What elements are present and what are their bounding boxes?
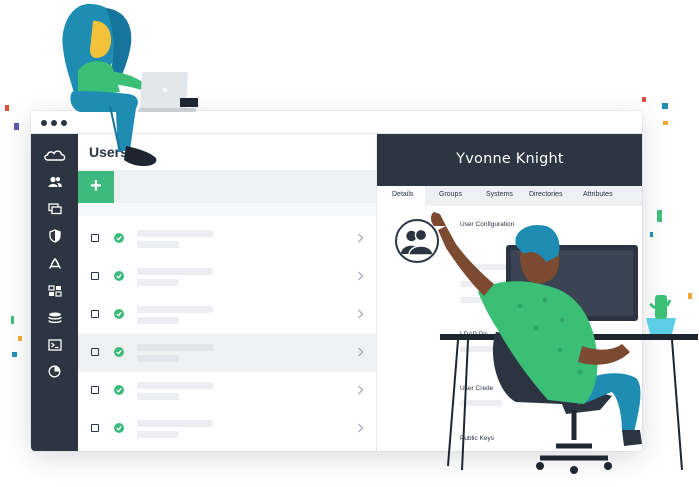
user-email-placeholder: [137, 317, 179, 324]
section-ldap: LDAP Dis: [460, 331, 489, 338]
user-name-placeholder: [137, 382, 213, 389]
window-titlebar: [31, 111, 642, 134]
table-row[interactable]: [78, 334, 376, 372]
confetti-icon: [663, 121, 668, 125]
user-email-placeholder: [137, 431, 179, 438]
list-header: [78, 203, 376, 216]
status-check-icon: [114, 347, 124, 357]
reports-icon[interactable]: [46, 363, 63, 380]
user-name-placeholder: [137, 420, 213, 427]
sidebar: [31, 134, 78, 451]
browser-window: Users + Yvonne Knight Details Groups Sys…: [31, 111, 642, 451]
row-checkbox[interactable]: [91, 386, 99, 394]
tab-details[interactable]: Details: [392, 191, 413, 198]
confetti-icon: [688, 293, 692, 299]
chevron-right-icon[interactable]: [357, 233, 364, 243]
table-row[interactable]: [78, 296, 376, 334]
user-name-placeholder: [137, 306, 213, 313]
user-email-placeholder: [137, 355, 179, 362]
section-public-keys: Public Keys: [460, 435, 494, 442]
systems-icon[interactable]: [46, 200, 63, 217]
user-email-placeholder: [137, 279, 179, 286]
terminal-icon[interactable]: [46, 336, 63, 353]
confetti-icon: [12, 352, 17, 357]
table-row[interactable]: [78, 220, 376, 258]
add-user-button[interactable]: +: [78, 171, 114, 203]
chevron-right-icon[interactable]: [357, 347, 364, 357]
field-placeholder: [460, 264, 508, 270]
row-checkbox[interactable]: [91, 234, 99, 242]
field-placeholder: [460, 400, 502, 406]
status-check-icon: [114, 233, 124, 243]
confetti-icon: [650, 232, 653, 237]
recycle-icon[interactable]: [46, 255, 63, 272]
user-email-placeholder: [137, 393, 179, 400]
database-icon[interactable]: [46, 309, 63, 326]
confetti-icon: [642, 97, 646, 102]
chevron-right-icon[interactable]: [357, 271, 364, 281]
row-checkbox[interactable]: [91, 424, 99, 432]
row-checkbox[interactable]: [91, 272, 99, 280]
policies-icon[interactable]: [46, 227, 63, 244]
tab-systems[interactable]: Systems: [486, 191, 513, 198]
confetti-icon: [11, 316, 14, 324]
status-check-icon: [114, 309, 124, 319]
window-dot-icon[interactable]: [51, 120, 57, 126]
chevron-right-icon[interactable]: [357, 309, 364, 319]
section-user-configuration: User Configuration: [460, 221, 515, 228]
confetti-icon: [18, 336, 22, 341]
users-icon[interactable]: [46, 173, 63, 190]
chevron-right-icon[interactable]: [357, 385, 364, 395]
user-name-placeholder: [137, 268, 213, 275]
user-email-placeholder: [137, 241, 179, 248]
table-row[interactable]: [78, 372, 376, 410]
details-header: Yvonne Knight: [377, 134, 642, 186]
confetti-icon: [657, 210, 662, 222]
page-title: Users: [89, 144, 128, 160]
user-details-panel: Yvonne Knight Details Groups Systems Dir…: [376, 134, 642, 451]
tab-directories[interactable]: Directories: [529, 191, 562, 198]
row-checkbox[interactable]: [91, 348, 99, 356]
tab-attributes[interactable]: Attributes: [583, 191, 613, 198]
confetti-icon: [5, 105, 9, 111]
table-row[interactable]: [78, 410, 376, 448]
window-dot-icon[interactable]: [41, 120, 47, 126]
chevron-right-icon[interactable]: [357, 423, 364, 433]
section-user-credentials: User Crede: [460, 385, 494, 392]
window-dot-icon[interactable]: [61, 120, 67, 126]
tab-groups[interactable]: Groups: [439, 191, 462, 198]
confetti-icon: [662, 103, 668, 109]
table-row[interactable]: [78, 258, 376, 296]
field-placeholder: [460, 297, 500, 303]
field-placeholder: [460, 281, 514, 287]
avatar[interactable]: [395, 219, 439, 263]
users-toolbar: [78, 171, 376, 203]
grid-icon[interactable]: [46, 282, 63, 299]
user-name-placeholder: [137, 230, 213, 237]
user-name-placeholder: [137, 344, 213, 351]
status-check-icon: [114, 271, 124, 281]
cloud-logo-icon[interactable]: [42, 146, 67, 163]
status-check-icon: [114, 385, 124, 395]
user-full-name: Yvonne Knight: [456, 151, 564, 167]
users-panel: Users +: [78, 134, 376, 451]
confetti-icon: [14, 123, 19, 130]
status-check-icon: [114, 423, 124, 433]
row-checkbox[interactable]: [91, 310, 99, 318]
field-placeholder: [460, 346, 508, 352]
